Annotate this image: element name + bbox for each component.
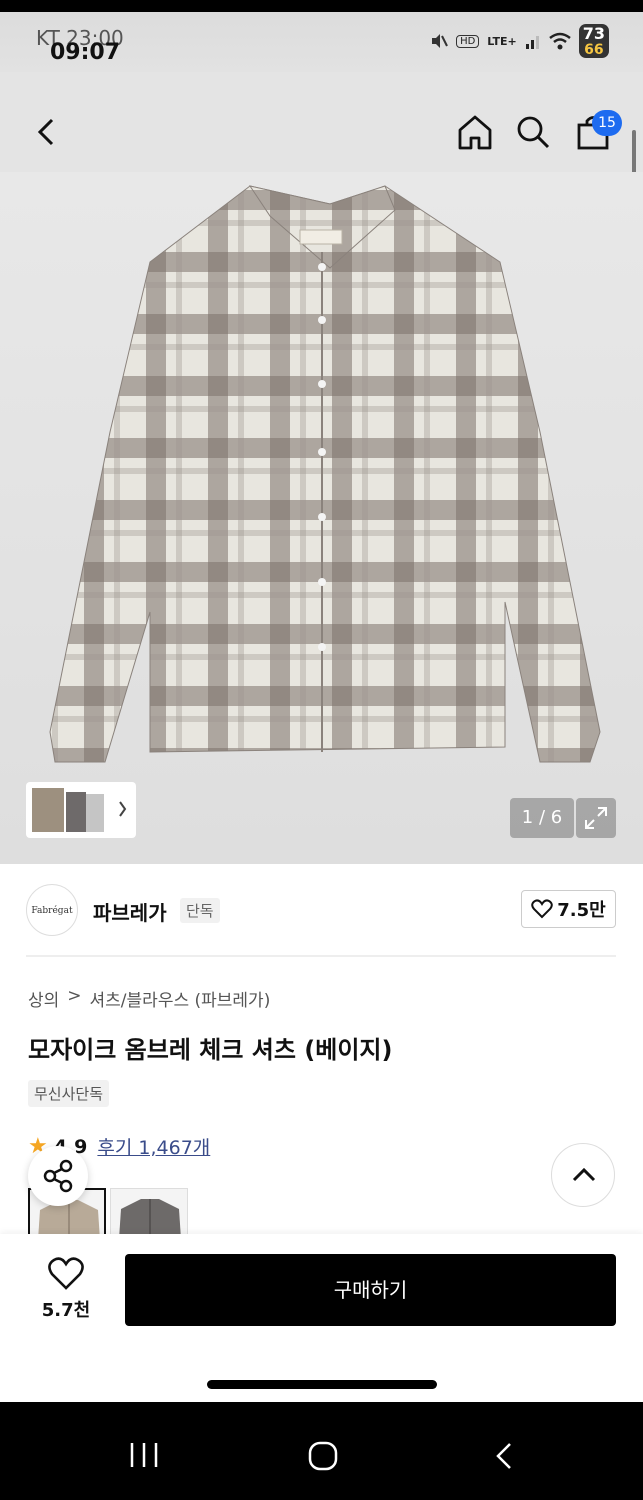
brand-logo[interactable]: Fabrégat [26, 884, 78, 936]
breadcrumb-separator: > [67, 986, 82, 1006]
bottom-action-bar: 5.7천 구매하기 [0, 1234, 643, 1402]
search-icon[interactable] [513, 112, 553, 152]
heart-icon [531, 899, 554, 919]
home-indicator[interactable] [207, 1380, 437, 1389]
battery-bottom: 66 [584, 42, 604, 58]
home-button-icon[interactable] [307, 1440, 339, 1472]
review-link[interactable]: 후기 1,467개 [97, 1133, 210, 1160]
gallery-thumbnail-strip[interactable] [26, 782, 136, 838]
product-image [49, 185, 601, 763]
network-label: LTE+ [487, 34, 517, 48]
swatch-image [119, 1199, 181, 1237]
brand-like-button[interactable]: 7.5만 [521, 890, 616, 928]
expand-button[interactable] [576, 798, 616, 838]
product-image-gallery[interactable]: 1 / 6 [0, 172, 643, 864]
wifi-icon [548, 32, 571, 50]
share-button[interactable] [28, 1146, 88, 1206]
battery-top: 73 [582, 24, 605, 43]
hd-badge: HD [456, 34, 480, 48]
recent-apps-icon[interactable] [128, 1440, 160, 1470]
brand-name[interactable]: 파브레가 [93, 897, 167, 926]
buy-button[interactable]: 구매하기 [125, 1254, 616, 1326]
thumbnail-images [32, 788, 127, 832]
divider [26, 955, 616, 957]
share-icon [43, 1159, 73, 1193]
product-tag: 무신사단독 [28, 1080, 110, 1107]
product-title: 모자이크 옴브레 체크 셔츠 (베이지) [28, 1036, 393, 1064]
breadcrumb-subcategory[interactable]: 셔츠/블라우스 (파브레가) [90, 986, 271, 1011]
battery-indicator: 73 66 [578, 24, 609, 58]
heart-icon[interactable] [46, 1256, 86, 1292]
chevron-up-icon [572, 1167, 596, 1182]
back-arrow-icon[interactable] [30, 112, 64, 152]
signal-icon [525, 36, 539, 49]
exclusive-tag: 단독 [180, 898, 220, 923]
cart-count-badge: 15 [592, 110, 622, 136]
color-swatch-gray[interactable] [110, 1188, 188, 1238]
breadcrumb-category[interactable]: 상의 [28, 986, 59, 1011]
breadcrumb: 상의 > 셔츠/블라우스 (파브레가) [28, 986, 270, 1011]
status-bar: KT 23:00 09:07 HD LTE+ 73 66 [0, 12, 643, 72]
app-header: 15 [0, 72, 643, 172]
top-black-strip [0, 0, 643, 12]
scroll-top-button[interactable] [551, 1143, 615, 1207]
system-navigation-bar [0, 1402, 643, 1500]
wish-count: 5.7천 [41, 1300, 91, 1321]
home-icon[interactable] [455, 112, 495, 152]
mute-icon [432, 34, 448, 48]
expand-icon [585, 807, 607, 829]
status-time: 09:07 [50, 40, 121, 65]
status-icons: HD LTE+ 73 66 [430, 24, 609, 58]
image-counter: 1 / 6 [510, 798, 574, 838]
back-button-icon[interactable] [492, 1440, 516, 1472]
brand-like-count: 7.5만 [557, 900, 606, 921]
